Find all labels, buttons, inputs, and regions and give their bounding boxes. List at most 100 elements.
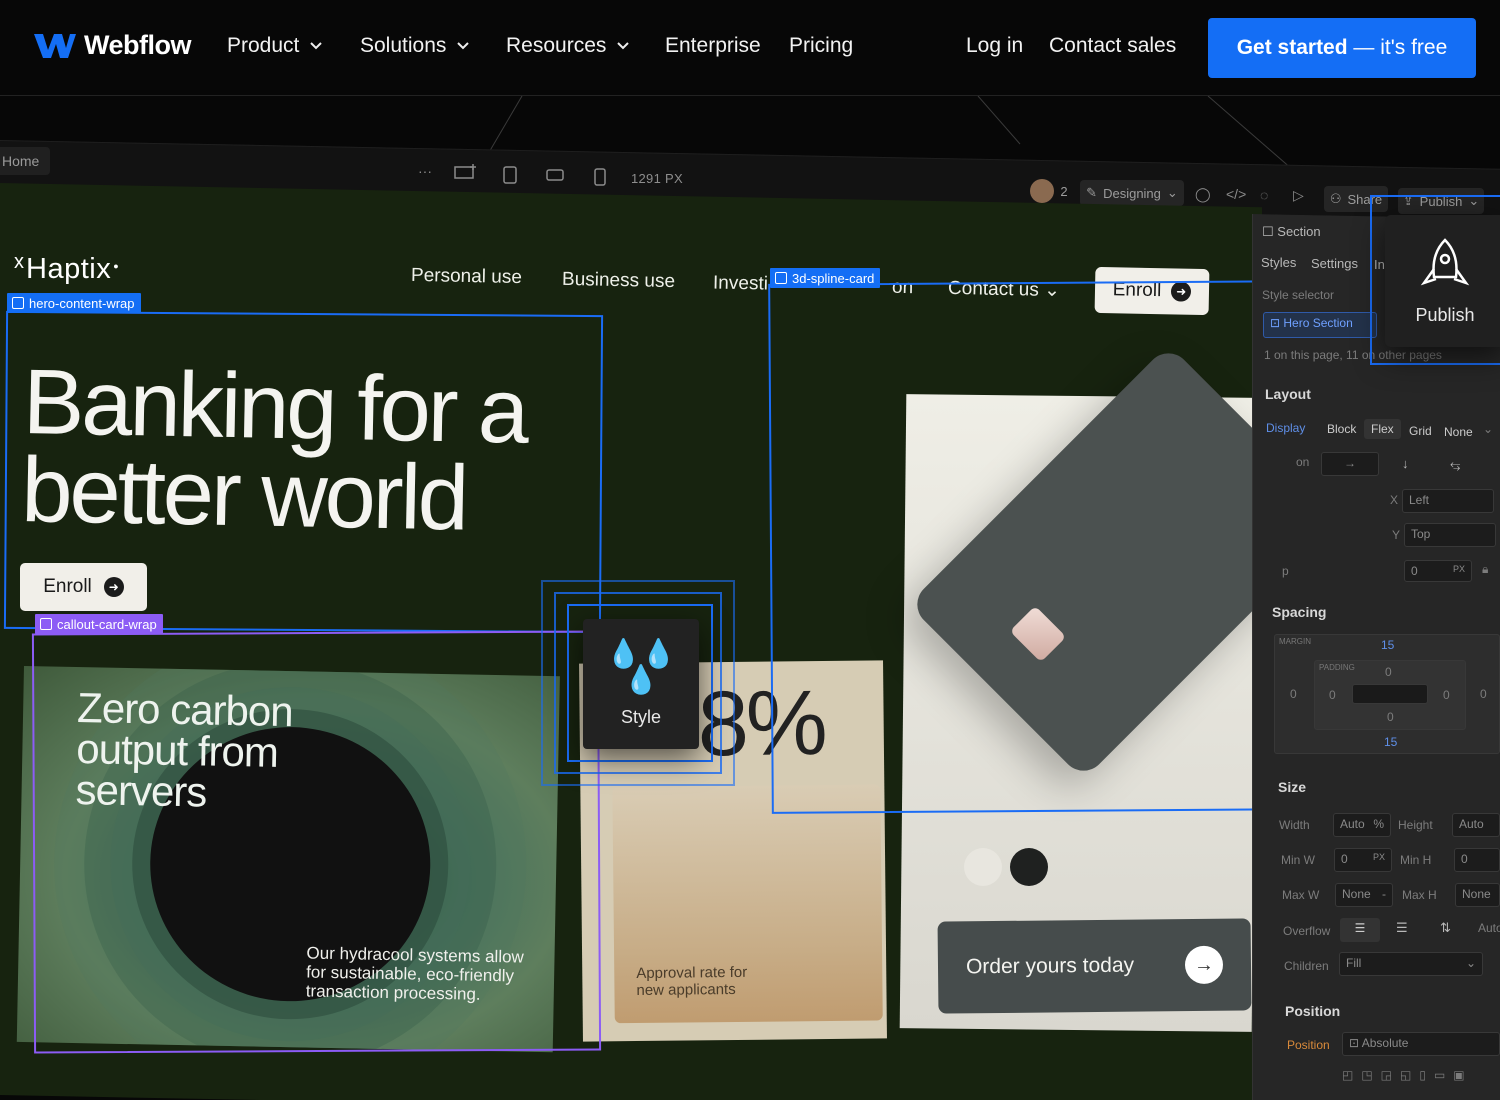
drops-icon: 💧💧 💧 xyxy=(606,637,676,695)
site-link-business[interactable]: Business use xyxy=(562,269,675,293)
nav-resources-label: Resources xyxy=(506,34,607,57)
mode-dropdown[interactable]: ✎ Designing ⌄ xyxy=(1080,180,1184,206)
tab-styles[interactable]: Styles xyxy=(1261,255,1296,270)
align-y-select[interactable]: Top xyxy=(1404,523,1496,547)
lock-icon[interactable]: 🔒︎ xyxy=(1482,562,1488,577)
callout-card-wrap-outline xyxy=(31,630,602,1054)
site-link-personal[interactable]: Personal use xyxy=(411,265,522,289)
more-icon[interactable]: ··· xyxy=(418,163,432,179)
callout-card-wrap-tag[interactable]: callout-card-wrap xyxy=(35,614,163,634)
direction-row-button[interactable]: → xyxy=(1321,452,1379,476)
max-height-input[interactable]: None xyxy=(1455,883,1500,907)
align-y-value: Top xyxy=(1411,527,1431,541)
nav-resources[interactable]: Resources xyxy=(506,34,630,58)
nav-enterprise[interactable]: Enterprise xyxy=(665,34,761,58)
padding-right-value[interactable]: 0 xyxy=(1443,688,1450,702)
min-width-input[interactable]: 0 PX xyxy=(1334,848,1392,872)
preview-play-icon[interactable]: ▷ xyxy=(1293,187,1304,204)
position-preset-icons[interactable]: ◰◳◲◱▯▭▣ xyxy=(1342,1068,1473,1082)
size-heading: Size xyxy=(1278,779,1307,795)
rocket-icon xyxy=(1420,237,1470,285)
padding-left-value[interactable]: 0 xyxy=(1329,688,1336,702)
chevron-down-icon[interactable]: ⌄ xyxy=(1483,422,1493,436)
haptix-logo[interactable]: x Haptix ● xyxy=(14,251,119,286)
position-select[interactable]: ⊡ Absolute xyxy=(1342,1032,1500,1056)
login-link[interactable]: Log in xyxy=(966,34,1023,58)
max-height-label: Max H xyxy=(1402,888,1437,902)
margin-label: MARGIN xyxy=(1279,637,1311,646)
min-height-label: Min H xyxy=(1400,853,1432,867)
comment-icon[interactable]: ◌ xyxy=(1260,187,1268,203)
children-select[interactable]: Fill ⌄ xyxy=(1339,952,1483,976)
tab-settings[interactable]: Settings xyxy=(1311,256,1358,271)
brush-icon: ✎ xyxy=(1086,185,1098,200)
desktop-breakpoint-icon[interactable] xyxy=(454,163,478,181)
3d-spline-card-tag[interactable]: 3d-spline-card xyxy=(770,268,881,288)
overflow-label: Overflow xyxy=(1283,924,1331,938)
spacing-heading: Spacing xyxy=(1272,604,1327,620)
collaborators[interactable]: 2 xyxy=(1025,178,1073,204)
align-y-label: Y xyxy=(1392,528,1401,542)
get-started-button[interactable]: Get started — it's free xyxy=(1208,18,1476,78)
overflow-visible-icon[interactable]: ☰ xyxy=(1340,918,1380,942)
mobile-portrait-icon[interactable] xyxy=(594,168,606,186)
display-label: Display xyxy=(1266,421,1306,435)
padding-top-value[interactable]: 0 xyxy=(1385,665,1392,679)
wrap-icon[interactable]: ⥃ xyxy=(1450,457,1460,473)
display-block[interactable]: Block xyxy=(1320,419,1363,439)
swatch-dark[interactable] xyxy=(1010,848,1048,886)
overflow-auto[interactable]: Auto xyxy=(1478,921,1500,935)
stat-label: Approval rate for new applicants xyxy=(636,963,748,1000)
direction-column-icon[interactable]: ↓ xyxy=(1402,456,1409,471)
contact-sales-link[interactable]: Contact sales xyxy=(1049,34,1176,58)
haptix-brand: Haptix xyxy=(26,253,112,285)
nav-solutions[interactable]: Solutions xyxy=(360,34,470,58)
element-type: ☐ Section xyxy=(1262,224,1321,239)
publish-popup[interactable]: Publish xyxy=(1385,215,1500,347)
display-grid[interactable]: Grid xyxy=(1402,421,1439,441)
order-button[interactable]: Order yours today → xyxy=(937,918,1252,1014)
margin-bottom-value[interactable]: 15 xyxy=(1384,735,1397,749)
canvas-width-readout: 1291 PX xyxy=(631,171,683,186)
padding-bottom-value[interactable]: 0 xyxy=(1387,710,1394,724)
width-input[interactable]: Auto % xyxy=(1333,813,1391,837)
style-selector-label: Style selector xyxy=(1262,288,1335,302)
tablet-breakpoint-icon[interactable] xyxy=(503,166,517,184)
user-icon: ⚇ xyxy=(1329,191,1342,206)
nav-product[interactable]: Product xyxy=(227,34,323,58)
margin-right-value[interactable]: 0 xyxy=(1480,687,1487,701)
chevron-down-icon: ⌄ xyxy=(1465,956,1476,970)
display-none[interactable]: None xyxy=(1437,422,1480,442)
margin-left-value[interactable]: 0 xyxy=(1290,687,1297,701)
hero-content-wrap-tag[interactable]: hero-content-wrap xyxy=(7,293,141,313)
height-label: Height xyxy=(1398,818,1433,832)
mobile-landscape-icon[interactable] xyxy=(546,169,564,181)
style-selector-input[interactable]: ⊡ Hero Section xyxy=(1263,312,1377,338)
nav-pricing[interactable]: Pricing xyxy=(789,34,853,58)
swatch-light[interactable] xyxy=(964,848,1002,886)
min-height-input[interactable]: 0 xyxy=(1454,848,1500,872)
gap-value: 0 xyxy=(1411,564,1418,578)
gap-input[interactable]: 0 PX xyxy=(1404,560,1472,582)
gap-label: p xyxy=(1282,564,1289,578)
hero-content-wrap-outline xyxy=(3,310,604,634)
code-icon[interactable]: </> xyxy=(1226,186,1246,202)
haptix-x-icon: x xyxy=(14,251,24,273)
display-flex[interactable]: Flex xyxy=(1364,419,1401,439)
max-width-input[interactable]: None - xyxy=(1335,883,1393,907)
overflow-scroll-icon[interactable]: ⇅ xyxy=(1440,920,1451,936)
margin-top-value[interactable]: 15 xyxy=(1381,638,1394,652)
height-input[interactable]: Auto xyxy=(1452,813,1500,837)
webflow-logo[interactable]: Webflow xyxy=(34,30,192,61)
layout-heading: Layout xyxy=(1265,386,1311,402)
children-label: Children xyxy=(1284,959,1329,973)
overflow-hidden-icon[interactable]: ☰ xyxy=(1396,920,1408,936)
style-popup[interactable]: 💧💧 💧 Style xyxy=(583,619,699,749)
align-x-select[interactable]: Left xyxy=(1402,489,1494,513)
site-link-invest[interactable]: Investi xyxy=(713,272,768,295)
children-value: Fill xyxy=(1346,956,1362,970)
page-tab-home[interactable]: Home xyxy=(0,147,50,175)
mode-label: Designing xyxy=(1103,185,1161,201)
position-heading: Position xyxy=(1285,1003,1341,1019)
check-circle-icon[interactable]: ◯ xyxy=(1195,186,1211,203)
